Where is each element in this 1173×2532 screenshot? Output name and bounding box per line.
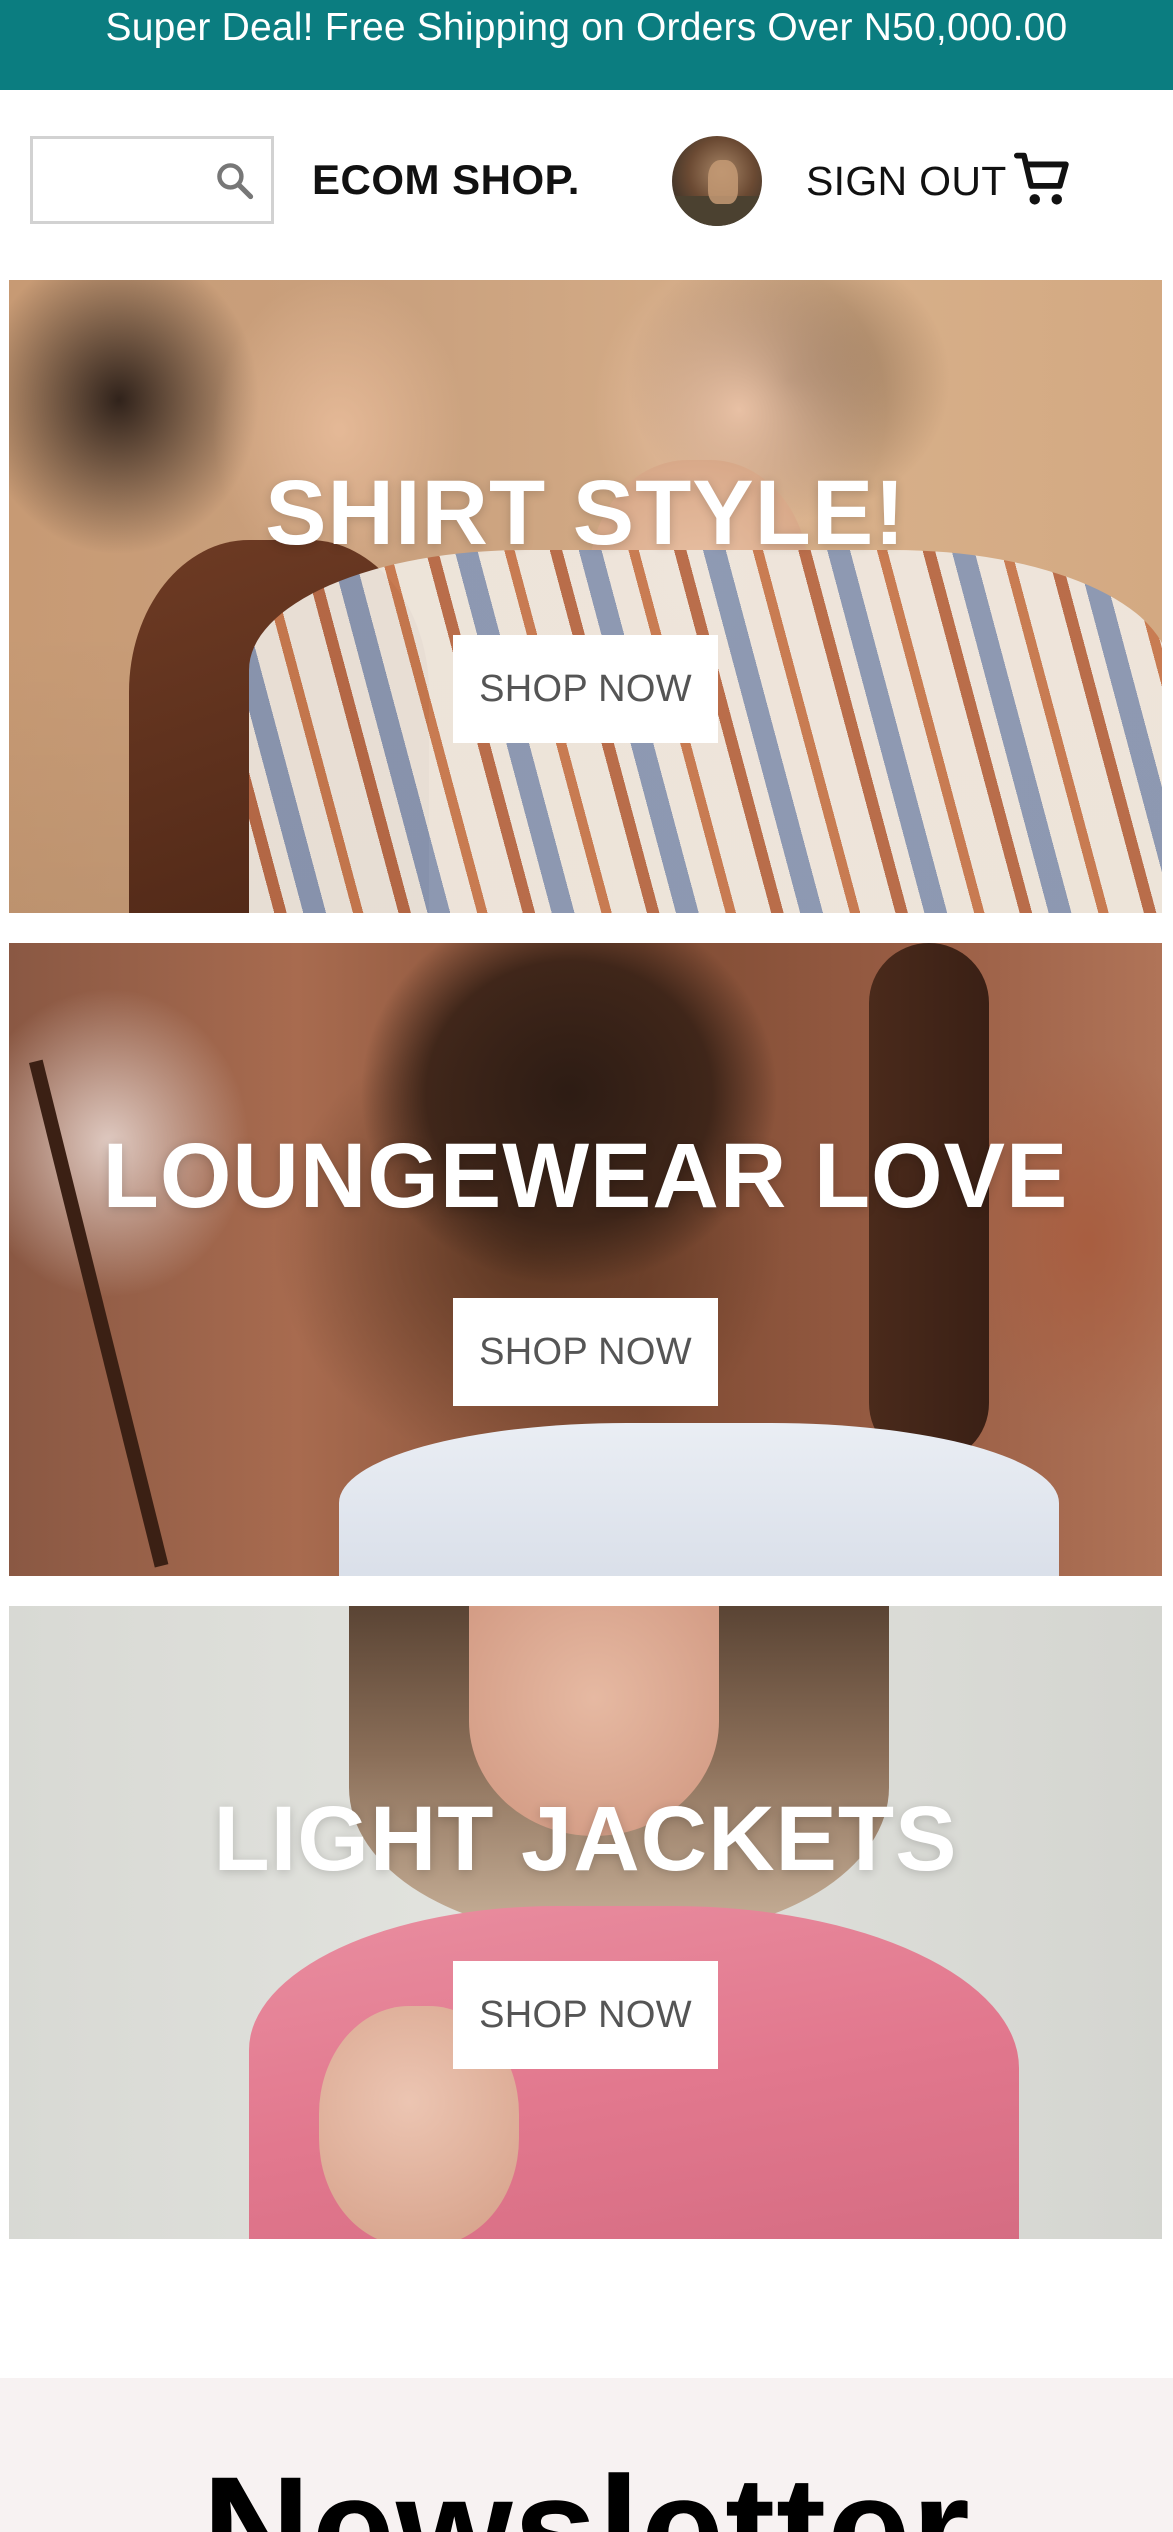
- brand-logo[interactable]: ECOM SHOP.: [312, 154, 580, 206]
- hero-title: LOUNGEWEAR LOVE: [102, 1125, 1069, 1227]
- header: ECOM SHOP. SIGN OUT: [0, 90, 1173, 280]
- image-detail: [339, 1423, 1059, 1576]
- hero-title: LIGHT JACKETS: [213, 1788, 958, 1890]
- hero-tile-shirts[interactable]: SHIRT STYLE! SHOP NOW: [9, 280, 1162, 913]
- avatar[interactable]: [672, 136, 762, 226]
- shop-now-button[interactable]: SHOP NOW: [453, 1961, 718, 2069]
- shop-now-button[interactable]: SHOP NOW: [453, 635, 718, 743]
- search-icon[interactable]: [213, 159, 257, 203]
- sign-out-link[interactable]: SIGN OUT: [806, 155, 1007, 207]
- newsletter-title: Newsletter: [202, 2445, 971, 2532]
- hero-title: SHIRT STYLE!: [265, 462, 906, 564]
- hero-tile-loungewear[interactable]: LOUNGEWEAR LOVE SHOP NOW: [9, 943, 1162, 1576]
- shop-now-button[interactable]: SHOP NOW: [453, 1298, 718, 1406]
- cart-icon[interactable]: [1010, 146, 1076, 212]
- promo-banner: Super Deal! Free Shipping on Orders Over…: [0, 0, 1173, 90]
- hero-tile-jackets[interactable]: LIGHT JACKETS SHOP NOW: [9, 1606, 1162, 2239]
- newsletter-section: Newsletter: [0, 2378, 1173, 2532]
- avatar-figure: [708, 160, 738, 204]
- search-box[interactable]: [30, 136, 274, 224]
- search-input[interactable]: [41, 147, 211, 213]
- page: Super Deal! Free Shipping on Orders Over…: [0, 0, 1173, 2532]
- promo-text: Super Deal! Free Shipping on Orders Over…: [105, 6, 1068, 49]
